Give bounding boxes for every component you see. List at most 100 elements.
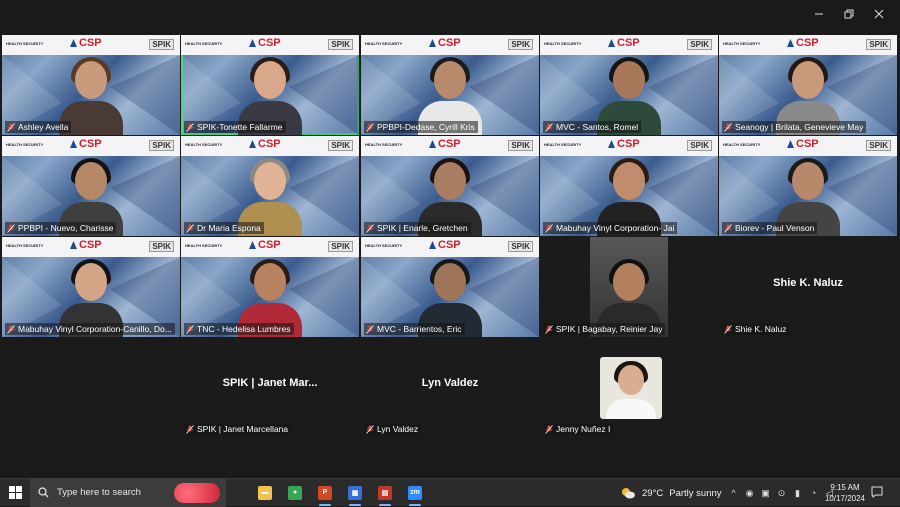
taskbar-clock[interactable]: 9:15 AM 10/17/2024 [822,482,868,504]
clock-time: 9:15 AM [822,482,868,493]
taskbar-app-powerpoint[interactable]: P [310,479,340,507]
participant-tile[interactable]: HEALTH SECURITYCSPSPIKMVC - Santos, Rome… [540,35,718,135]
muted-mic-icon [545,425,553,434]
notification-button[interactable] [870,485,886,501]
taskbar-app-app-4[interactable]: ▦ [340,479,370,507]
banner-health-security-logo: HEALTH SECURITY [6,243,43,248]
participant-name-label: Dr Maria Espona [184,222,264,234]
participant-name-label: MVC - Santos, Romel [543,121,641,133]
participant-name: Lyn Valdez [377,424,418,434]
participant-name-label: TNC - Hedelisa Lumbres [184,323,294,335]
participant-tile[interactable]: HEALTH SECURITYCSPSPIKPPBPI - Nuevo, Cha… [2,136,180,236]
participant-tile[interactable]: HEALTH SECURITYCSPSPIKPPBPI-Dedase, Cyri… [361,35,539,135]
banner-csp-logo: CSP [249,37,281,49]
chrome-icon: ● [288,486,302,500]
taskbar-search[interactable]: Type here to search [30,479,226,507]
participant-tile[interactable]: SPIK | Bagabay, Reinier Jay [540,237,718,337]
muted-mic-icon [545,224,553,233]
banner-csp-logo: CSP [787,37,819,49]
tray-app2-icon[interactable]: ⊙ [776,488,787,499]
taskbar-app-zoom[interactable]: zm [400,479,430,507]
chevron-up-icon[interactable]: ^ [728,488,739,499]
minimize-icon [814,9,824,19]
minimize-button[interactable] [804,4,834,24]
participant-name-label: Jenny Nuñez I [543,423,613,435]
muted-mic-icon [7,325,15,334]
zoom-meeting-window: HEALTH SECURITYCSPSPIKAshley AvellaHEALT… [0,0,900,478]
participant-name: Ashley Avella [18,122,68,132]
banner-health-security-logo: HEALTH SECURITY [365,243,402,248]
banner-csp-logo: CSP [249,239,281,251]
virtual-background-banner: HEALTH SECURITYCSPSPIK [181,35,359,55]
banner-csp-logo: CSP [608,138,640,150]
participant-tile[interactable]: Shie K. NaluzShie K. Naluz [719,237,897,337]
taskbar-app-chrome[interactable]: ● [280,479,310,507]
participant-name: Jenny Nuñez I [556,424,610,434]
participant-name-label: SPIK | Enarle, Gretchen [364,222,471,234]
restore-button[interactable] [834,4,864,24]
participant-display-name: SPIK | Janet Mar... [181,377,359,389]
app-icon: ▦ [348,486,362,500]
muted-mic-icon [545,325,553,334]
participant-tile[interactable]: HEALTH SECURITY CSP SPIK Ashley Avella [2,35,180,135]
muted-mic-icon [366,325,374,334]
participant-name-label: Shie K. Naluz [722,323,790,335]
muted-mic-icon [724,123,732,132]
participant-tile[interactable]: HEALTH SECURITYCSPSPIKMabuhay Vinyl Corp… [540,136,718,236]
participant-name: SPIK | Bagabay, Reinier Jay [556,324,662,334]
partly-sunny-icon [620,486,636,500]
window-controls [804,4,894,24]
taskbar-app-calendar[interactable]: ▤ [370,479,400,507]
muted-mic-icon [186,425,194,434]
powerpoint-icon: P [318,486,332,500]
banner-csp-logo: CSP [70,37,102,49]
participant-tile[interactable]: HEALTH SECURITYCSPSPIKDr Maria Espona [181,136,359,236]
banner-spik-logo: SPIK [508,39,533,50]
banner-health-security-logo: HEALTH SECURITY [185,41,222,46]
banner-csp-logo: CSP [429,239,461,251]
network-icon[interactable]: ◔ [808,488,819,499]
participant-name-label: SPIK-Tonette Fallarme [184,121,286,133]
participant-tile[interactable]: Lyn ValdezLyn Valdez [361,337,539,437]
participant-tile[interactable]: HEALTH SECURITYCSPSPIKSPIK | Enarle, Gre… [361,136,539,236]
participant-name: Mabuhay Vinyl Corporation-Canillo, Do... [18,324,172,334]
participant-tile[interactable]: HEALTH SECURITYCSPSPIKTNC - Hedelisa Lum… [181,237,359,337]
banner-spik-logo: SPIK [149,39,174,50]
participant-tile[interactable]: HEALTH SECURITYCSPSPIKMVC - Barrientos, … [361,237,539,337]
virtual-background-banner: HEALTH SECURITYCSPSPIK [719,136,897,156]
participant-tile[interactable]: HEALTH SECURITYCSPSPIKBiorev - Paul Vens… [719,136,897,236]
muted-mic-icon [724,224,732,233]
participant-tile[interactable]: HEALTH SECURITYCSPSPIKSPIK-Tonette Falla… [181,35,359,135]
participant-name: Mabuhay Vinyl Corporation- Jai [556,223,674,233]
participant-tile[interactable]: HEALTH SECURITYCSPSPIKSeanogy | Brilata,… [719,35,897,135]
participant-name-label: Mabuhay Vinyl Corporation- Jai [543,222,677,234]
windows-taskbar: Type here to search ▬ ● P ▦ ▤zm 29°C Partly … [0,478,900,506]
taskbar-app-file-explorer[interactable]: ▬ [250,479,280,507]
participant-name: Seanogy | Brilata, Genevieve May [735,122,863,132]
banner-spik-logo: SPIK [508,241,533,252]
start-button[interactable] [0,479,30,507]
participant-tile[interactable]: HEALTH SECURITYCSPSPIKMabuhay Vinyl Corp… [2,237,180,337]
chrome-tray-icon[interactable]: ◉ [744,488,755,499]
muted-mic-icon [366,224,374,233]
system-tray: ^ ◉ ▣ ⊙ ▮ ◔ ◁ [728,479,835,507]
notification-icon [870,485,884,499]
banner-spik-logo: SPIK [687,140,712,151]
close-button[interactable] [864,4,894,24]
muted-mic-icon [545,123,553,132]
banner-health-security-logo: HEALTH SECURITY [6,41,43,46]
banner-health-security-logo: HEALTH SECURITY [185,243,222,248]
banner-health-security-logo: HEALTH SECURITY [365,142,402,147]
banner-spik-logo: SPIK [149,140,174,151]
tray-app-icon[interactable]: ▣ [760,488,771,499]
virtual-background-banner: HEALTH SECURITY CSP SPIK [361,237,539,257]
participant-tile[interactable]: Jenny Nuñez I [540,337,718,437]
battery-icon[interactable]: ▮ [792,488,803,499]
virtual-background-banner: HEALTH SECURITYCSPSPIK [2,136,180,156]
participant-name-label: SPIK | Janet Marcellana [184,423,291,435]
weather-widget[interactable]: 29°C Partly sunny [620,479,722,507]
participant-name: Shie K. Naluz [735,324,787,334]
participant-tile[interactable]: SPIK | Janet Mar... SPIK | Janet Marcella… [181,337,359,437]
search-placeholder: Type here to search [57,487,141,498]
virtual-background-banner: HEALTH SECURITYCSPSPIK [361,35,539,55]
